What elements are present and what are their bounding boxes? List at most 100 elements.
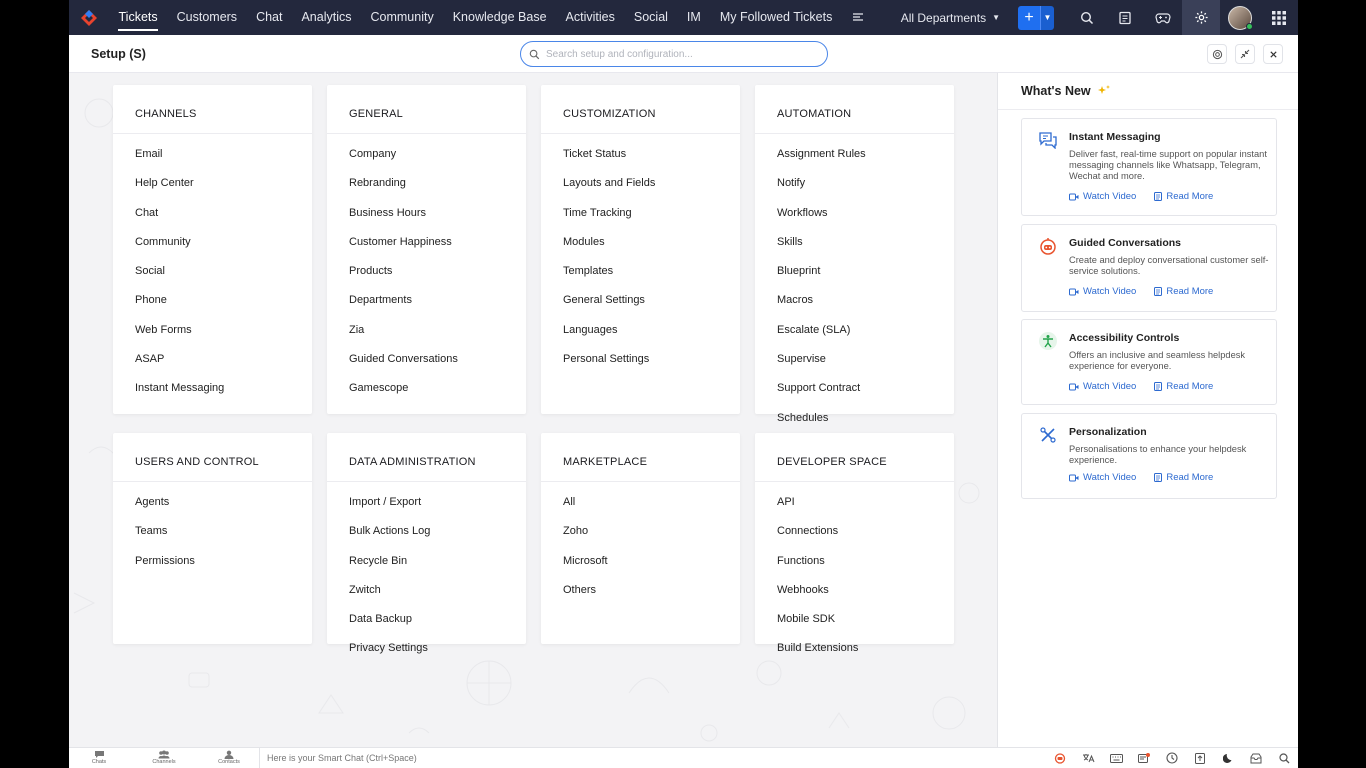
bottom-tab-channels[interactable]: Channels bbox=[144, 749, 184, 765]
nav-knowledge-base[interactable]: Knowledge Base bbox=[443, 0, 556, 35]
read-more-link[interactable]: Read More bbox=[1154, 472, 1213, 483]
nav-customers[interactable]: Customers bbox=[167, 0, 246, 35]
setup-link-phone[interactable]: Phone bbox=[113, 286, 312, 315]
notes-icon[interactable] bbox=[1106, 0, 1144, 35]
setup-link-escalate-sla[interactable]: Escalate (SLA) bbox=[755, 316, 954, 345]
bottom-tab-chats[interactable]: Chats bbox=[79, 749, 119, 765]
department-selector[interactable]: All Departments ▼ bbox=[901, 11, 1000, 25]
setup-link-data-backup[interactable]: Data Backup bbox=[327, 605, 526, 634]
nav-social[interactable]: Social bbox=[624, 0, 677, 35]
tray-icon[interactable] bbox=[1242, 748, 1270, 768]
setup-link-privacy-settings[interactable]: Privacy Settings bbox=[327, 634, 526, 663]
close-icon[interactable] bbox=[1263, 44, 1283, 64]
bottom-tab-contacts[interactable]: Contacts bbox=[209, 749, 249, 765]
dark-mode-icon[interactable] bbox=[1214, 748, 1242, 768]
setup-link-notify[interactable]: Notify bbox=[755, 169, 954, 198]
setup-link-supervise[interactable]: Supervise bbox=[755, 345, 954, 374]
setup-link-departments[interactable]: Departments bbox=[327, 286, 526, 315]
read-more-link[interactable]: Read More bbox=[1154, 191, 1213, 202]
gamepad-icon[interactable] bbox=[1144, 0, 1182, 35]
nav-tickets[interactable]: Tickets bbox=[109, 0, 167, 35]
watch-video-link[interactable]: Watch Video bbox=[1069, 286, 1136, 297]
setup-link-teams[interactable]: Teams bbox=[113, 517, 312, 546]
setup-link-company[interactable]: Company bbox=[327, 140, 526, 169]
setup-link-schedules[interactable]: Schedules bbox=[755, 404, 954, 433]
setup-link-import-export[interactable]: Import / Export bbox=[327, 488, 526, 517]
setup-link-layouts-and-fields[interactable]: Layouts and Fields bbox=[541, 169, 740, 198]
setup-link-zia[interactable]: Zia bbox=[327, 316, 526, 345]
keyboard-icon[interactable] bbox=[1102, 748, 1130, 768]
setup-link-zwitch[interactable]: Zwitch bbox=[327, 576, 526, 605]
setup-link-chat[interactable]: Chat bbox=[113, 199, 312, 228]
watch-video-link[interactable]: Watch Video bbox=[1069, 191, 1136, 202]
setup-link-personal-settings[interactable]: Personal Settings bbox=[541, 345, 740, 374]
add-dropdown-icon[interactable]: ▼ bbox=[1040, 5, 1054, 30]
setup-link-marketplace-microsoft[interactable]: Microsoft bbox=[541, 547, 740, 576]
nav-activities[interactable]: Activities bbox=[556, 0, 624, 35]
zoho-desk-logo[interactable] bbox=[69, 0, 109, 35]
collapse-icon[interactable] bbox=[1235, 44, 1255, 64]
setup-link-connections[interactable]: Connections bbox=[755, 517, 954, 546]
export-icon[interactable] bbox=[1186, 748, 1214, 768]
add-button[interactable]: + bbox=[1018, 5, 1040, 30]
setup-link-templates[interactable]: Templates bbox=[541, 257, 740, 286]
setup-link-community[interactable]: Community bbox=[113, 228, 312, 257]
search-icon[interactable] bbox=[1068, 0, 1106, 35]
setup-link-functions[interactable]: Functions bbox=[755, 547, 954, 576]
setup-link-agents[interactable]: Agents bbox=[113, 488, 312, 517]
setup-link-marketplace-all[interactable]: All bbox=[541, 488, 740, 517]
setup-link-webhooks[interactable]: Webhooks bbox=[755, 576, 954, 605]
setup-link-customer-happiness[interactable]: Customer Happiness bbox=[327, 228, 526, 257]
setup-link-business-hours[interactable]: Business Hours bbox=[327, 199, 526, 228]
setup-link-recycle-bin[interactable]: Recycle Bin bbox=[327, 547, 526, 576]
clock-icon[interactable] bbox=[1158, 748, 1186, 768]
setup-link-social[interactable]: Social bbox=[113, 257, 312, 286]
search-icon[interactable] bbox=[1270, 748, 1298, 768]
setup-link-marketplace-others[interactable]: Others bbox=[541, 576, 740, 605]
zia-bot-icon[interactable] bbox=[1046, 748, 1074, 768]
nav-community[interactable]: Community bbox=[361, 0, 443, 35]
nav-my-followed-tickets[interactable]: My Followed Tickets bbox=[710, 0, 842, 35]
nav-more-icon[interactable] bbox=[842, 0, 874, 35]
setup-link-skills[interactable]: Skills bbox=[755, 228, 954, 257]
read-more-link[interactable]: Read More bbox=[1154, 286, 1213, 297]
setup-link-blueprint[interactable]: Blueprint bbox=[755, 257, 954, 286]
nav-chat[interactable]: Chat bbox=[247, 0, 292, 35]
setup-link-general-settings[interactable]: General Settings bbox=[541, 286, 740, 315]
setup-link-permissions[interactable]: Permissions bbox=[113, 547, 312, 576]
setup-link-guided-conversations[interactable]: Guided Conversations bbox=[327, 345, 526, 374]
setup-link-assignment-rules[interactable]: Assignment Rules bbox=[755, 140, 954, 169]
setup-link-email[interactable]: Email bbox=[113, 140, 312, 169]
setup-link-ticket-status[interactable]: Ticket Status bbox=[541, 140, 740, 169]
setup-link-api[interactable]: API bbox=[755, 488, 954, 517]
help-icon[interactable] bbox=[1207, 44, 1227, 64]
read-more-link[interactable]: Read More bbox=[1154, 381, 1213, 392]
setup-link-asap[interactable]: ASAP bbox=[113, 345, 312, 374]
setup-link-rebranding[interactable]: Rebranding bbox=[327, 169, 526, 198]
setup-link-marketplace-zoho[interactable]: Zoho bbox=[541, 517, 740, 546]
setup-link-macros[interactable]: Macros bbox=[755, 286, 954, 315]
notification-icon[interactable] bbox=[1130, 748, 1158, 768]
setup-link-modules[interactable]: Modules bbox=[541, 228, 740, 257]
setup-link-web-forms[interactable]: Web Forms bbox=[113, 316, 312, 345]
setup-link-bulk-actions-log[interactable]: Bulk Actions Log bbox=[327, 517, 526, 546]
setup-link-support-contract[interactable]: Support Contract bbox=[755, 374, 954, 403]
app-grid-icon[interactable] bbox=[1260, 0, 1298, 35]
smart-chat-input[interactable]: Here is your Smart Chat (Ctrl+Space) bbox=[259, 748, 417, 768]
watch-video-link[interactable]: Watch Video bbox=[1069, 472, 1136, 483]
setup-link-mobile-sdk[interactable]: Mobile SDK bbox=[755, 605, 954, 634]
setup-link-languages[interactable]: Languages bbox=[541, 316, 740, 345]
gear-icon[interactable] bbox=[1182, 0, 1220, 35]
setup-search-input[interactable] bbox=[546, 48, 816, 60]
setup-link-help-center[interactable]: Help Center bbox=[113, 169, 312, 198]
setup-link-workflows[interactable]: Workflows bbox=[755, 199, 954, 228]
setup-link-products[interactable]: Products bbox=[327, 257, 526, 286]
avatar[interactable] bbox=[1228, 5, 1253, 30]
translate-icon[interactable] bbox=[1074, 748, 1102, 768]
setup-link-time-tracking[interactable]: Time Tracking bbox=[541, 199, 740, 228]
setup-link-build-extensions[interactable]: Build Extensions bbox=[755, 634, 954, 663]
nav-im[interactable]: IM bbox=[677, 0, 710, 35]
nav-analytics[interactable]: Analytics bbox=[292, 0, 361, 35]
setup-link-instant-messaging[interactable]: Instant Messaging bbox=[113, 374, 312, 403]
watch-video-link[interactable]: Watch Video bbox=[1069, 381, 1136, 392]
